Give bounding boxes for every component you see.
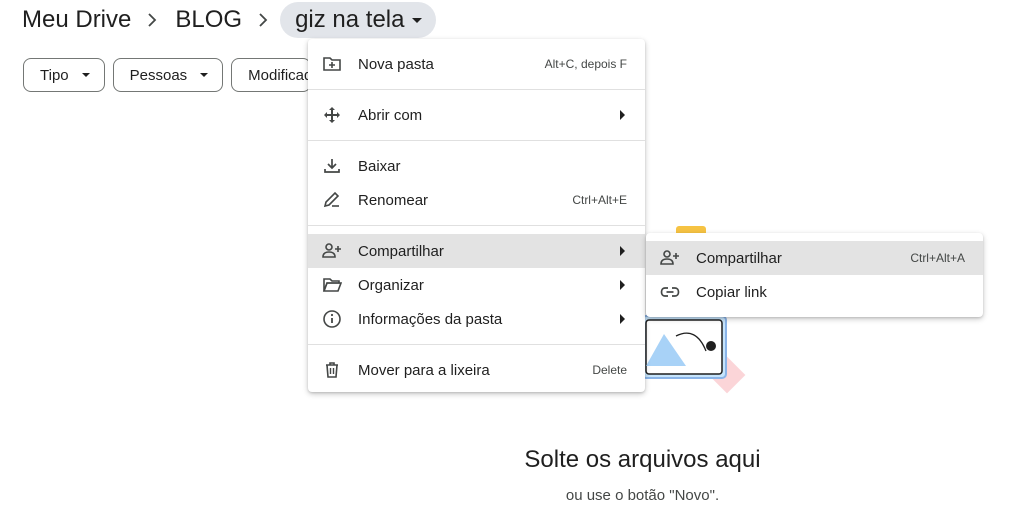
menu-item-label: Renomear xyxy=(358,191,429,209)
menu-divider xyxy=(308,140,645,141)
menu-item-shortcut: Ctrl+Alt+E xyxy=(572,193,627,207)
share-submenu: Compartilhar Ctrl+Alt+A Copiar link xyxy=(646,233,983,317)
menu-item-label: Compartilhar xyxy=(696,249,782,267)
rename-icon xyxy=(322,190,342,210)
menu-item-organizar[interactable]: Organizar xyxy=(308,268,645,302)
menu-item-shortcut: Ctrl+Alt+A xyxy=(910,251,965,265)
caret-down-icon xyxy=(412,17,423,23)
download-icon xyxy=(322,156,342,176)
menu-item-shortcut: Delete xyxy=(592,363,627,377)
menu-item-label: Copiar link xyxy=(696,283,767,301)
menu-item-abrir-com[interactable]: Abrir com xyxy=(308,98,645,132)
filter-chip-pessoas[interactable]: Pessoas xyxy=(112,58,224,92)
empty-state-subtitle: ou use o botão "Novo". xyxy=(565,487,720,504)
breadcrumb-item-blog[interactable]: BLOG xyxy=(175,6,242,34)
menu-item-label: Abrir com xyxy=(358,106,423,124)
menu-item-mover-para-lixeira[interactable]: Mover para a lixeira Delete xyxy=(308,353,645,387)
submenu-item-copiar-link[interactable]: Copiar link xyxy=(646,275,983,309)
menu-item-compartilhar[interactable]: Compartilhar xyxy=(308,234,645,268)
filter-chips: Tipo Pessoas Modificado xyxy=(23,58,312,92)
caret-down-icon xyxy=(200,73,209,77)
submenu-item-compartilhar[interactable]: Compartilhar Ctrl+Alt+A xyxy=(646,241,983,275)
menu-divider xyxy=(308,225,645,226)
menu-item-renomear[interactable]: Renomear Ctrl+Alt+E xyxy=(308,183,645,217)
submenu-arrow-icon xyxy=(620,314,625,324)
empty-state-title: Solte os arquivos aqui xyxy=(524,446,761,473)
menu-item-nova-pasta[interactable]: Nova pasta Alt+C, depois F xyxy=(308,47,645,81)
menu-divider xyxy=(308,344,645,345)
menu-item-label: Informações da pasta xyxy=(358,310,503,328)
menu-item-label: Baixar xyxy=(358,157,401,175)
breadcrumb: Meu Drive BLOG giz na tela xyxy=(22,2,437,38)
filter-chip-label: Modificado xyxy=(248,66,310,84)
new-folder-icon xyxy=(322,54,342,74)
submenu-arrow-icon xyxy=(620,280,625,290)
menu-item-label: Mover para a lixeira xyxy=(358,361,490,379)
folder-context-menu: Nova pasta Alt+C, depois F Abrir com Bai… xyxy=(308,39,645,392)
share-person-icon xyxy=(660,248,680,268)
trash-icon xyxy=(322,360,342,380)
link-icon xyxy=(660,282,680,302)
caret-down-icon xyxy=(81,73,90,77)
menu-divider xyxy=(308,89,645,90)
menu-item-informacoes-da-pasta[interactable]: Informações da pasta xyxy=(308,302,645,336)
info-icon xyxy=(322,309,342,329)
filter-chip-tipo[interactable]: Tipo xyxy=(23,58,105,92)
submenu-arrow-icon xyxy=(620,110,625,120)
open-with-icon xyxy=(322,105,342,125)
share-person-icon xyxy=(322,241,342,261)
chevron-right-icon xyxy=(258,13,268,27)
breadcrumb-current-label: giz na tela xyxy=(295,6,405,33)
chevron-right-icon xyxy=(147,13,157,27)
folder-open-icon xyxy=(322,275,342,295)
menu-item-label: Compartilhar xyxy=(358,242,444,260)
menu-item-shortcut: Alt+C, depois F xyxy=(544,57,627,71)
menu-item-label: Organizar xyxy=(358,276,424,294)
filter-chip-label: Tipo xyxy=(40,66,69,84)
menu-item-label: Nova pasta xyxy=(358,55,434,73)
menu-item-baixar[interactable]: Baixar xyxy=(308,149,645,183)
breadcrumb-item-meu-drive[interactable]: Meu Drive xyxy=(22,6,131,34)
breadcrumb-current-folder-button[interactable]: giz na tela xyxy=(280,2,437,38)
submenu-arrow-icon xyxy=(620,246,625,256)
filter-chip-modificado[interactable]: Modificado xyxy=(231,58,312,92)
filter-chip-label: Pessoas xyxy=(129,66,188,84)
